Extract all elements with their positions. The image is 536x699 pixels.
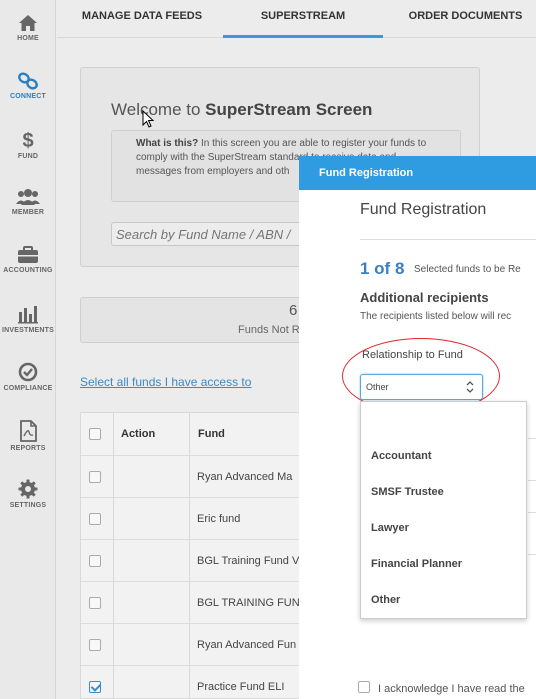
bar-chart-icon <box>18 306 38 324</box>
tab-superstream[interactable]: SUPERSTREAM <box>223 0 383 38</box>
nav-accounting[interactable]: ACCOUNTING <box>0 246 56 304</box>
table-row[interactable]: Eric fund <box>81 497 331 539</box>
table-row[interactable]: Practice Fund ELI <box>81 665 331 699</box>
dropdown-option-lawyer[interactable]: Lawyer <box>361 514 528 542</box>
svg-text:$: $ <box>22 130 33 150</box>
fund-counter-text: Selected funds to be Re <box>414 264 521 275</box>
briefcase-icon <box>18 246 38 263</box>
nav-settings-label: SETTINGS <box>9 502 47 509</box>
relationship-label: Relationship to Fund <box>362 349 463 361</box>
top-tab-bar: MANAGE DATA FEEDS SUPERSTREAM ORDER DOCU… <box>57 0 536 38</box>
pdf-document-icon <box>20 420 37 442</box>
table-row[interactable]: BGL TRAINING FUN <box>81 581 331 623</box>
nav-connect[interactable]: CONNECT <box>0 72 56 130</box>
stat-value: 6 <box>289 302 298 319</box>
stat-label: Funds Not R <box>238 324 300 336</box>
section-description: The recipients listed below will rec <box>360 311 512 322</box>
relationship-select[interactable]: Other <box>360 374 483 400</box>
nav-reports-label: REPORTS <box>10 445 46 452</box>
dropdown-option-accountant[interactable]: Accountant <box>361 442 528 470</box>
row-checkbox[interactable] <box>89 471 101 483</box>
tab-manage-data-feeds[interactable]: MANAGE DATA FEEDS <box>72 0 212 38</box>
nav-reports[interactable]: REPORTS <box>0 420 56 478</box>
row-checkbox[interactable] <box>89 555 101 567</box>
divider <box>528 438 536 439</box>
row-checkbox[interactable] <box>89 597 101 609</box>
dollar-icon: $ <box>22 130 33 150</box>
nav-home-label: HOME <box>17 35 39 42</box>
relationship-dropdown-menu: Accountant SMSF Trustee Lawyer Financial… <box>360 401 527 619</box>
modal-divider <box>360 239 536 240</box>
fund-counter: 1 of 8 <box>360 259 405 278</box>
nav-compliance-label: COMPLIANCE <box>3 385 53 392</box>
nav-fund-label: FUND <box>17 153 39 160</box>
link-icon <box>18 72 38 90</box>
dropdown-option-other[interactable]: Other <box>361 586 528 614</box>
row-checkbox-checked[interactable] <box>89 681 101 693</box>
mouse-cursor-icon <box>142 110 154 128</box>
fund-search-input[interactable] <box>111 222 331 246</box>
funds-table: Action Fund Ryan Advanced Ma Eric fund B… <box>80 412 331 699</box>
table-row[interactable]: Ryan Advanced Fun <box>81 623 331 665</box>
column-header-action[interactable]: Action <box>121 413 189 455</box>
gear-icon <box>18 479 38 499</box>
section-title: Additional recipients <box>360 290 489 305</box>
acknowledge-checkbox[interactable] <box>358 681 370 693</box>
nav-investments[interactable]: INVESTMENTS <box>0 304 56 362</box>
page-title-prefix: Welcome to <box>111 100 206 119</box>
users-icon <box>16 189 40 205</box>
divider <box>528 512 536 513</box>
row-checkbox[interactable] <box>89 513 101 525</box>
divider <box>528 480 536 481</box>
divider <box>528 554 536 555</box>
select-arrows-icon <box>466 381 474 393</box>
nav-settings[interactable]: SETTINGS <box>0 479 56 537</box>
sidebar: HOME CONNECT $ FUND MEMBER ACCOUNTING IN… <box>0 0 56 699</box>
info-heading: What is this? <box>136 138 199 149</box>
nav-connect-label: CONNECT <box>9 93 46 100</box>
nav-fund[interactable]: $ FUND <box>0 130 56 188</box>
home-icon <box>19 15 37 31</box>
relationship-select-value: Other <box>366 382 389 392</box>
nav-home[interactable]: HOME <box>0 14 56 72</box>
select-all-funds-link[interactable]: Select all funds I have access to <box>80 375 251 389</box>
acknowledge-text: I acknowledge I have read the <box>378 683 525 695</box>
select-all-checkbox[interactable] <box>89 428 101 440</box>
row-checkbox[interactable] <box>89 639 101 651</box>
nav-member-label: MEMBER <box>11 209 45 216</box>
dropdown-option-smsf-trustee[interactable]: SMSF Trustee <box>361 478 528 506</box>
nav-accounting-label: ACCOUNTING <box>3 267 53 274</box>
check-circle-icon <box>18 362 38 382</box>
nav-member[interactable]: MEMBER <box>0 188 56 246</box>
stat-box <box>80 297 320 343</box>
tab-order-documents[interactable]: ORDER DOCUMENTS <box>395 0 536 38</box>
nav-investments-label: INVESTMENTS <box>2 327 54 334</box>
table-row[interactable]: Ryan Advanced Ma <box>81 455 331 497</box>
modal-title: Fund Registration <box>360 201 487 218</box>
dropdown-option-financial-planner[interactable]: Financial Planner <box>361 550 528 578</box>
table-row[interactable]: BGL Training Fund V <box>81 539 331 581</box>
nav-compliance[interactable]: COMPLIANCE <box>0 362 56 420</box>
modal-header: Fund Registration <box>299 156 536 190</box>
page-title-bold: SuperStream Screen <box>205 100 373 119</box>
